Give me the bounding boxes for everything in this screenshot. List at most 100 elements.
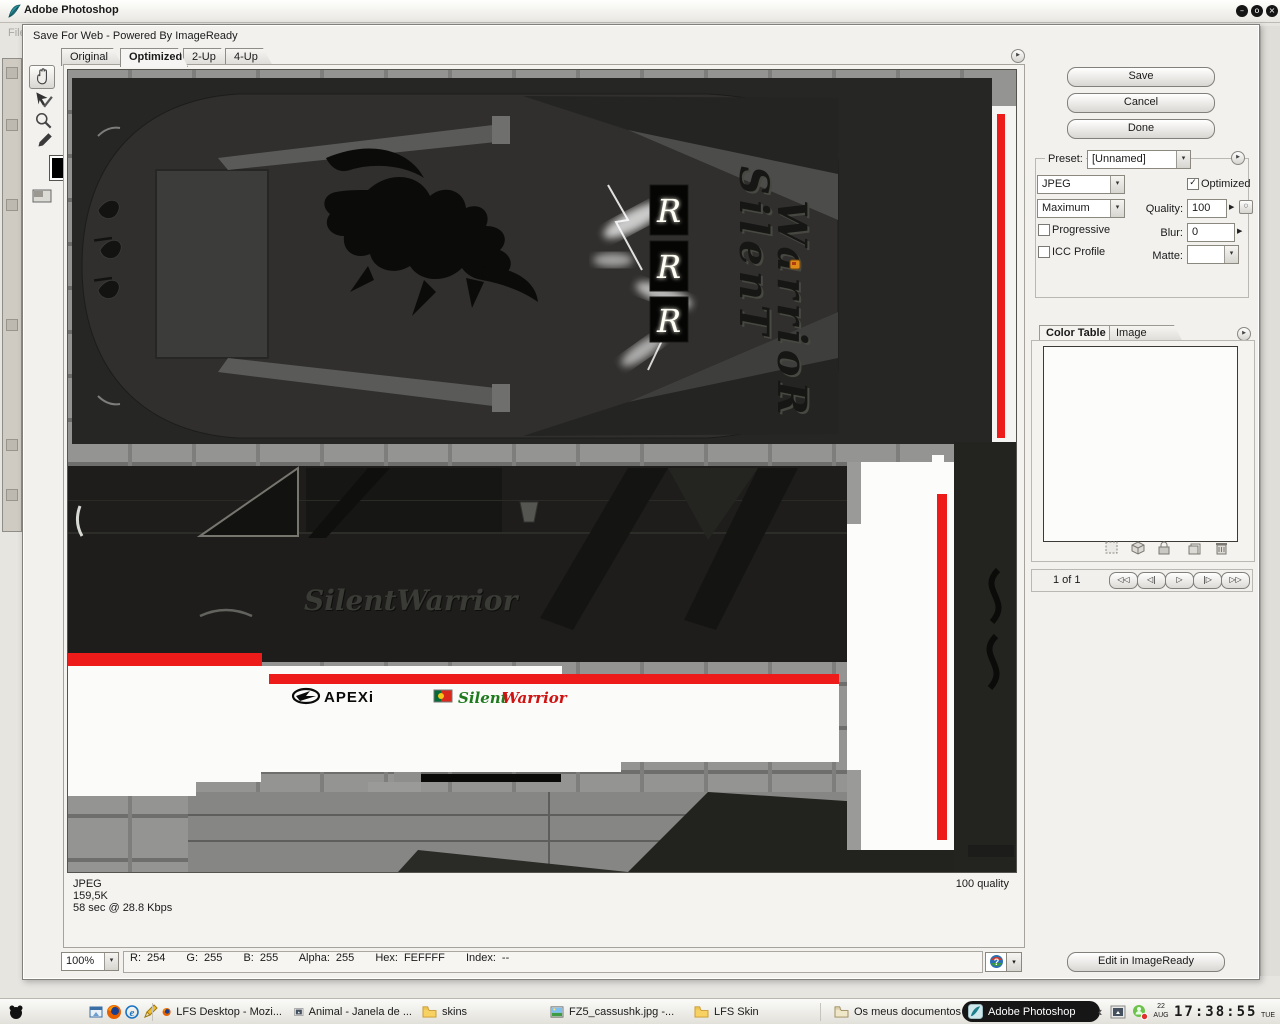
palette-edge <box>1260 26 1280 976</box>
orange-mark <box>789 259 801 270</box>
edit-in-imageready-button[interactable]: Edit in ImageReady <box>1067 952 1225 972</box>
car-side-view: SilentWarrior SilentWarrior <box>68 466 848 662</box>
chevron-down-icon[interactable]: ▾ <box>1110 200 1124 217</box>
taskbar-button-lfs-skin[interactable]: LFS Skin <box>688 1001 816 1022</box>
cube-icon <box>1131 541 1145 555</box>
play-button[interactable]: ▷ <box>1165 572 1194 589</box>
slice-select-tool[interactable] <box>31 89 55 111</box>
taskbar-button-fz5-image[interactable]: FZ5_cassushk.jpg -... <box>544 1001 690 1022</box>
color-info-bar: R: 254 G: 255 B: 255 Alpha: 255 Hex: FEFFFF I… <box>123 951 983 973</box>
matte-select[interactable]: ▾ <box>1187 245 1239 264</box>
stat-download-time: 58 sec @ 28.8 Kbps <box>73 902 173 914</box>
red-stripe-long <box>269 674 839 684</box>
zoom-level-select[interactable]: 100% ▾ <box>61 952 119 971</box>
photoshop-icon <box>968 1004 983 1019</box>
tab-optimized[interactable]: Optimized <box>120 48 188 67</box>
save-button[interactable]: Save <box>1067 67 1215 87</box>
g-value: 255 <box>204 952 223 964</box>
close-button[interactable]: × <box>1266 5 1278 17</box>
color-table-swatches[interactable] <box>1043 346 1238 542</box>
browser-globe-icon: ? <box>989 955 1003 968</box>
tray-weekday: TUE <box>1261 1012 1275 1019</box>
chevron-down-icon[interactable]: ▾ <box>1224 246 1238 263</box>
preset-select[interactable]: [Unnamed] ▾ <box>1087 150 1191 169</box>
taskbar-button-skins[interactable]: skins <box>416 1001 546 1022</box>
svg-text:R: R <box>656 192 681 230</box>
next-page-button[interactable]: |▷ <box>1193 572 1222 589</box>
b-label: B: <box>243 952 254 964</box>
taskbar-button-animal[interactable]: Animal - Janela de ... <box>288 1001 418 1022</box>
blur-input[interactable]: 0 <box>1187 223 1235 242</box>
optimized-checkbox[interactable]: ✓ <box>1187 178 1199 190</box>
save-for-web-dialog: Save For Web - Powered By ImageReady Ori… <box>22 24 1260 980</box>
svg-text:e: e <box>130 1007 135 1019</box>
svg-text:WarrioR: WarrioR <box>768 200 815 420</box>
progressive-label: Progressive <box>1052 224 1111 236</box>
taskbar-button-meus-documentos[interactable]: Os meus documentos <box>828 1001 970 1022</box>
eyedropper-icon <box>38 133 52 147</box>
svg-text:Silent: Silent <box>458 689 508 707</box>
chevron-down-icon[interactable]: ▾ <box>1176 151 1190 168</box>
quality-slider-arrow[interactable]: ▶ <box>1229 203 1234 211</box>
quicklaunch-firefox-icon[interactable] <box>106 1004 122 1020</box>
color-table-menu-button[interactable]: ▶ <box>1237 327 1251 341</box>
red-stripe-left <box>68 653 262 666</box>
eyedropper-tool[interactable] <box>32 131 56 153</box>
icc-profile-checkbox[interactable] <box>1038 246 1050 258</box>
preset-menu-button[interactable]: ▶ <box>1231 151 1245 165</box>
desktop: Adobe Photoshop – o × File Save For Web … <box>0 0 1280 1024</box>
tray-app-icon[interactable] <box>1110 1004 1126 1020</box>
zoom-tool[interactable] <box>32 111 56 133</box>
minimize-button[interactable]: – <box>1236 5 1248 17</box>
hand-icon <box>36 68 47 85</box>
tray-clock: 17:38:55 <box>1174 1004 1258 1020</box>
b-value: 255 <box>259 952 279 964</box>
color-table-action-icons[interactable] <box>1105 541 1255 555</box>
quicklaunch-desktop-icon[interactable] <box>88 1004 104 1020</box>
stat-filesize: 159,5K <box>73 890 108 902</box>
toggle-slices-visibility[interactable] <box>30 187 54 209</box>
r-label: R: <box>130 952 141 964</box>
last-page-button[interactable]: ▷▷ <box>1221 572 1250 589</box>
done-button[interactable]: Done <box>1067 119 1215 139</box>
preview-menu-button[interactable]: ▶ <box>1011 49 1025 63</box>
format-select[interactable]: JPEG ▾ <box>1037 175 1125 194</box>
browser-select-arrow[interactable]: ▾ <box>1007 952 1022 972</box>
channel-mask-button[interactable]: ○ <box>1239 200 1253 214</box>
magnifier-icon <box>36 113 52 129</box>
stat-quality: 100 quality <box>955 878 1009 890</box>
chevron-down-icon[interactable]: ▾ <box>104 953 118 970</box>
blur-label: Blur: <box>1160 227 1183 239</box>
index-value: -- <box>501 952 510 964</box>
taskbar: e LFS Desktop - Mozi... Animal - Janela … <box>0 998 1280 1024</box>
window-title: Adobe Photoshop <box>24 4 119 16</box>
chevron-down-icon[interactable]: ▾ <box>1110 176 1124 193</box>
blur-slider-arrow[interactable]: ▶ <box>1237 227 1242 235</box>
start-blob-icon[interactable] <box>8 1004 24 1020</box>
compression-select[interactable]: Maximum ▾ <box>1037 199 1125 218</box>
preview-in-browser-button[interactable]: ? <box>985 952 1007 972</box>
first-page-button[interactable]: ◁◁ <box>1109 572 1138 589</box>
pager-text: 1 of 1 <box>1053 574 1081 586</box>
tray-collapse-chevron[interactable]: ‹ <box>1098 1004 1102 1019</box>
skin-preview-image[interactable]: R R R R R R SilenT SilenT WarrioR Warrio… <box>67 69 1017 873</box>
alpha-label: Alpha: <box>298 952 330 964</box>
tray-messenger-icon[interactable] <box>1132 1004 1148 1020</box>
toolbox-sliver <box>2 58 22 532</box>
taskbar-button-lfs-desktop[interactable]: LFS Desktop - Mozi... <box>156 1001 288 1022</box>
quicklaunch-ie-icon[interactable]: e <box>124 1004 140 1020</box>
hand-tool[interactable] <box>29 65 55 89</box>
svg-text:APEXi: APEXi <box>324 689 374 706</box>
quality-input[interactable]: 100 <box>1187 199 1227 218</box>
r-value: 254 <box>147 952 166 964</box>
maximize-button[interactable]: o <box>1251 5 1263 17</box>
lfs-skin-artwork: R R R R R R SilenT SilenT WarrioR Warrio… <box>68 70 1016 872</box>
progressive-checkbox[interactable] <box>1038 224 1050 236</box>
prev-page-button[interactable]: ◁| <box>1137 572 1166 589</box>
alpha-value: 255 <box>335 952 355 964</box>
hex-label: Hex: <box>375 952 398 964</box>
optimized-label: Optimized <box>1201 178 1251 190</box>
taskbar-button-photoshop-active[interactable]: Adobe Photoshop <box>962 1001 1100 1022</box>
cancel-button[interactable]: Cancel <box>1067 93 1215 113</box>
photoshop-feather-icon <box>8 4 21 18</box>
